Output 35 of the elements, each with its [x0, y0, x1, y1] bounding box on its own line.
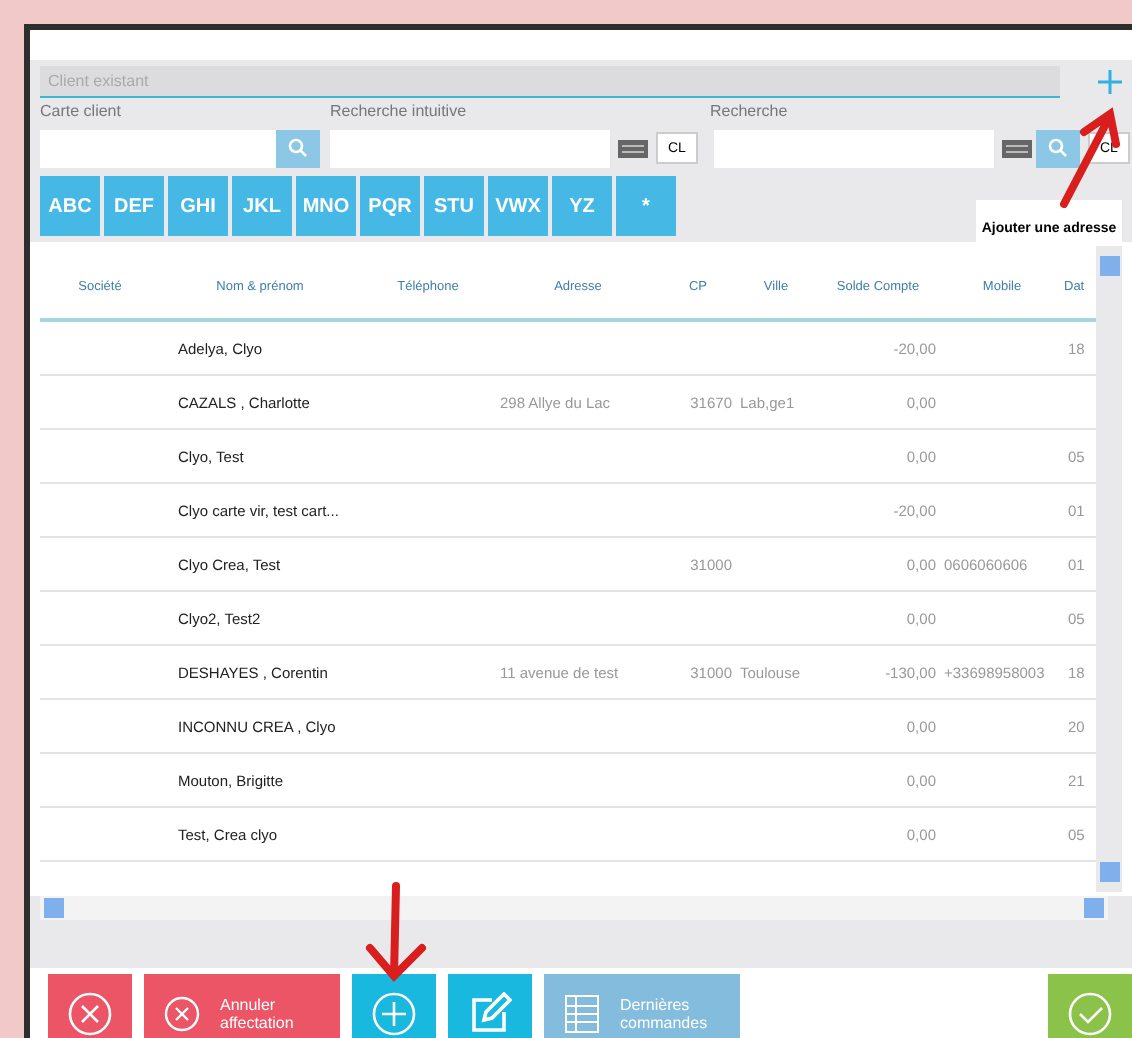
- search-icon: [1047, 138, 1068, 158]
- edit-button[interactable]: [448, 974, 532, 1038]
- field-label: Carte client: [40, 102, 121, 120]
- vertical-scrollbar[interactable]: [1096, 246, 1122, 892]
- cancel-button[interactable]: Annuler affectation: [144, 974, 340, 1038]
- confirm-button[interactable]: [1048, 974, 1132, 1038]
- add-icon: [372, 992, 416, 1036]
- letter-filter-button[interactable]: JKL: [232, 176, 292, 236]
- field-label: Recherche: [710, 102, 788, 120]
- keyboard-icon[interactable]: [1001, 139, 1032, 157]
- close-icon: [68, 992, 112, 1036]
- letter-filter-button[interactable]: STU: [424, 176, 484, 236]
- plus-icon[interactable]: [1096, 68, 1124, 96]
- keyboard-icon[interactable]: [618, 139, 648, 157]
- cancel-icon: [164, 996, 200, 1032]
- field-label: Recherche intuitive: [330, 102, 467, 120]
- add-button[interactable]: [352, 974, 436, 1038]
- search-icon: [288, 138, 308, 158]
- search-button[interactable]: [276, 129, 320, 167]
- letter-filter-button[interactable]: ABC: [40, 176, 100, 236]
- letter-filter-button[interactable]: YZ: [552, 176, 612, 236]
- horizontal-scrollbar[interactable]: [40, 896, 1108, 920]
- edit-icon: [468, 992, 512, 1036]
- letter-filter-button[interactable]: MNO: [296, 176, 356, 236]
- list-icon: [564, 994, 600, 1034]
- letter-filter-button[interactable]: GHI: [168, 176, 228, 236]
- annotation-arrow: [360, 880, 432, 984]
- card-field[interactable]: [40, 129, 276, 167]
- letter-filter-button[interactable]: VWX: [488, 176, 548, 236]
- letter-filter-button[interactable]: PQR: [360, 176, 420, 236]
- check-icon: [1068, 992, 1112, 1036]
- letter-filter-button[interactable]: *: [616, 176, 676, 236]
- letter-filter-button[interactable]: DEF: [104, 176, 164, 236]
- close-button[interactable]: [48, 974, 132, 1038]
- orders-button[interactable]: Dernières commandes: [544, 974, 740, 1038]
